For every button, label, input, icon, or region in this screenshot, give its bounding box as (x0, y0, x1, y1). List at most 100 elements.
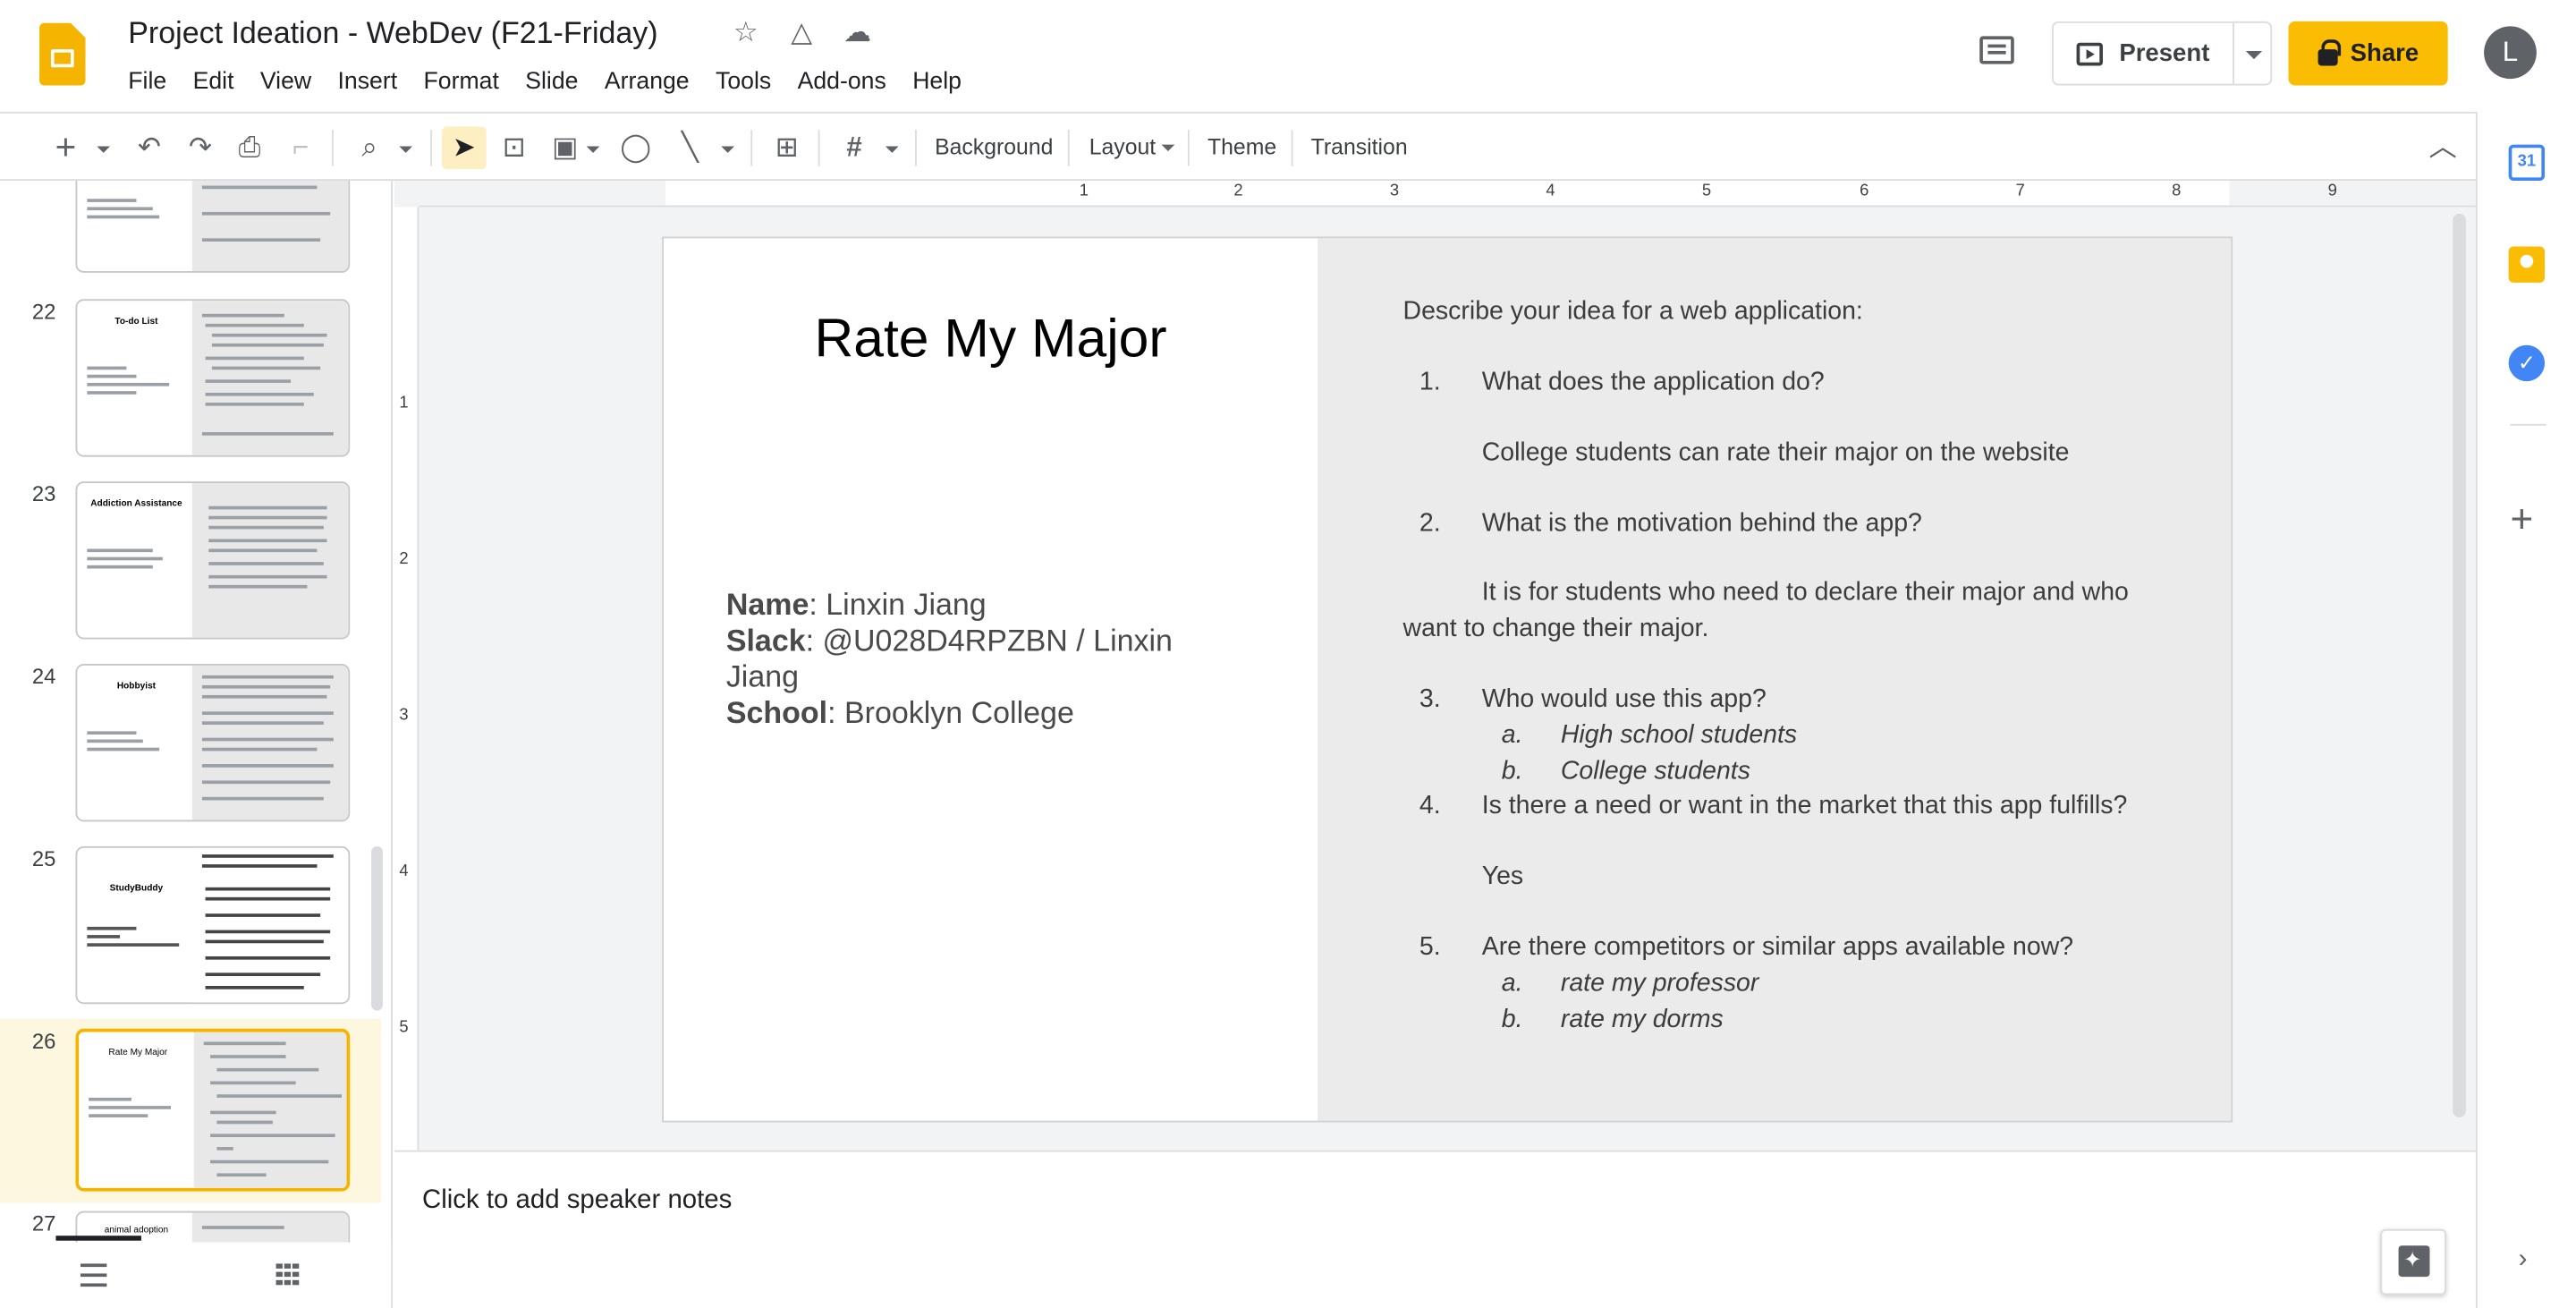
menu-format[interactable]: Format (411, 64, 513, 100)
question-number: 4. (1419, 792, 1441, 820)
calendar-icon[interactable]: 31 (2508, 144, 2546, 182)
student-info-textbox[interactable]: Name: Linxin Jiang Slack: @U028D4RPZBN /… (726, 587, 1219, 732)
question-number: 2. (1419, 509, 1441, 538)
chevron-right-icon[interactable]: › (2519, 1245, 2528, 1275)
share-button[interactable]: Share (2288, 21, 2448, 86)
collapse-toolbar-icon[interactable]: ︿ (2425, 126, 2461, 169)
explore-button[interactable] (2380, 1228, 2446, 1295)
background-button[interactable]: Background (935, 126, 1053, 169)
layout-button[interactable]: Layout (1089, 126, 1175, 169)
slides-logo-icon[interactable] (39, 22, 86, 86)
menu-insert[interactable]: Insert (325, 64, 411, 100)
vertical-ruler[interactable]: 1 2 3 4 5 (394, 207, 419, 1151)
ruler-mark: 5 (1701, 182, 1712, 201)
keep-icon[interactable] (2508, 246, 2546, 283)
horizontal-ruler[interactable]: 1 2 3 4 5 6 7 8 9 (419, 181, 2476, 208)
filmstrip-view-icon[interactable] (80, 1263, 107, 1287)
slide-title[interactable]: Rate My Major (664, 307, 1318, 369)
ruler-mark: 2 (399, 550, 409, 569)
ruler-mark: 6 (1860, 182, 1869, 201)
theme-button[interactable]: Theme (1208, 126, 1276, 169)
undo-icon[interactable]: ↶ (131, 126, 167, 169)
add-comment-icon[interactable]: ⊞ (769, 126, 805, 169)
name-value: : Linxin Jiang (809, 586, 987, 622)
list-marker: b. (1501, 1006, 1523, 1034)
ruler-mark: 3 (399, 706, 409, 725)
comment-history-button[interactable] (1975, 33, 2021, 72)
menu-bar: File Edit View Insert Format Slide Arran… (115, 64, 975, 100)
zoom-dropdown[interactable] (394, 126, 418, 169)
add-addon-icon[interactable]: + (2510, 500, 2533, 539)
transition-button[interactable]: Transition (1311, 126, 1408, 169)
menu-slide[interactable]: Slide (513, 64, 592, 100)
side-panel-divider (2510, 423, 2546, 426)
select-cursor-icon[interactable]: ➤ (442, 126, 487, 170)
answer-2-line-2: want to change their major. (1402, 614, 1709, 643)
questions-textbox[interactable]: Describe your idea for a web application… (1318, 238, 2232, 1121)
print-icon[interactable]: ⎙ (232, 126, 267, 169)
question-number: 5. (1419, 933, 1441, 962)
image-icon[interactable]: ▣ (547, 126, 583, 169)
menu-view[interactable]: View (247, 64, 325, 100)
answer-5b: rate my dorms (1560, 1006, 1724, 1034)
slides-editor: Project Ideation - WebDev (F21-Friday) ☆… (0, 0, 2576, 1308)
new-slide-icon[interactable]: + (49, 126, 82, 169)
layout-dropdown-icon (1162, 145, 1175, 152)
present-button[interactable]: Present (2052, 21, 2233, 86)
menu-addons[interactable]: Add-ons (784, 64, 900, 100)
menu-help[interactable]: Help (900, 64, 975, 100)
toolbar: + ↶ ↷ ⎙ ⌐ ⌕ ➤ ⊡ ▣ ◯ ╲ ⊞ # Background Lay… (0, 111, 2476, 182)
slide-thumbnail-22[interactable]: To-do List (75, 299, 351, 457)
thumbnail-title: Hobbyist (116, 682, 157, 692)
title-icons: ☆ △ ☁ (729, 16, 874, 49)
menu-tools[interactable]: Tools (702, 64, 784, 100)
ruler-mark: 8 (2172, 182, 2182, 201)
slide-number: 22 (31, 299, 56, 324)
present-icon (2076, 41, 2103, 65)
filmstrip-view-switcher (0, 1242, 392, 1308)
slide-thumbnail[interactable] (75, 181, 351, 273)
filmstrip-scrollbar[interactable] (371, 845, 383, 1011)
line-icon[interactable]: ╲ (672, 126, 708, 169)
toolbar-divider (332, 130, 334, 166)
notes-resize-handle[interactable] (394, 1150, 2476, 1177)
align-grid-icon[interactable]: # (836, 126, 872, 169)
menu-edit[interactable]: Edit (180, 64, 247, 100)
line-dropdown[interactable] (718, 126, 738, 169)
grid-view-icon[interactable] (275, 1263, 301, 1287)
ruler-mark: 4 (399, 862, 409, 881)
text-box-icon[interactable]: ⊡ (496, 126, 532, 169)
new-slide-dropdown[interactable] (92, 126, 115, 169)
present-options-dropdown[interactable] (2233, 21, 2273, 86)
image-dropdown[interactable] (583, 126, 603, 169)
tasks-icon[interactable]: ✓ (2508, 344, 2546, 382)
slide-thumbnail-26[interactable]: Rate My Major (75, 1028, 351, 1192)
slide-thumbnail-25[interactable]: StudyBuddy (75, 845, 351, 1005)
thumbnail-title: animal adoption (104, 1226, 169, 1236)
menu-file[interactable]: File (115, 64, 180, 100)
speaker-notes-placeholder[interactable]: Click to add speaker notes (422, 1186, 732, 1216)
speaker-notes[interactable]: Click to add speaker notes (394, 1167, 2476, 1308)
star-icon[interactable]: ☆ (729, 16, 762, 49)
answer-3a: High school students (1560, 721, 1798, 750)
paint-format-icon[interactable]: ⌐ (283, 126, 318, 169)
canvas-scrollbar[interactable] (2453, 213, 2466, 1117)
zoom-icon[interactable]: ⌕ (352, 126, 387, 169)
slide-thumbnail-23[interactable]: Addiction Assistance (75, 481, 351, 640)
current-slide[interactable]: Rate My Major Name: Linxin Jiang Slack: … (664, 238, 2232, 1121)
menu-arrange[interactable]: Arrange (591, 64, 702, 100)
toolbar-divider (750, 130, 753, 166)
present-label: Present (2119, 39, 2210, 68)
ruler-mark: 1 (399, 394, 409, 413)
intro-text: Describe your idea for a web application… (1402, 297, 1863, 326)
shape-icon[interactable]: ◯ (618, 126, 654, 169)
document-title[interactable]: Project Ideation - WebDev (F21-Friday) (128, 15, 657, 51)
align-dropdown[interactable] (882, 126, 902, 169)
cloud-status-icon[interactable]: ☁ (841, 16, 874, 49)
question-number: 1. (1419, 368, 1441, 396)
answer-1: College students can rate their major on… (1481, 438, 2070, 467)
move-to-drive-icon[interactable]: △ (785, 16, 818, 49)
slide-thumbnail-24[interactable]: Hobbyist (75, 664, 351, 822)
avatar[interactable]: L (2484, 26, 2537, 80)
redo-icon[interactable]: ↷ (182, 126, 218, 169)
